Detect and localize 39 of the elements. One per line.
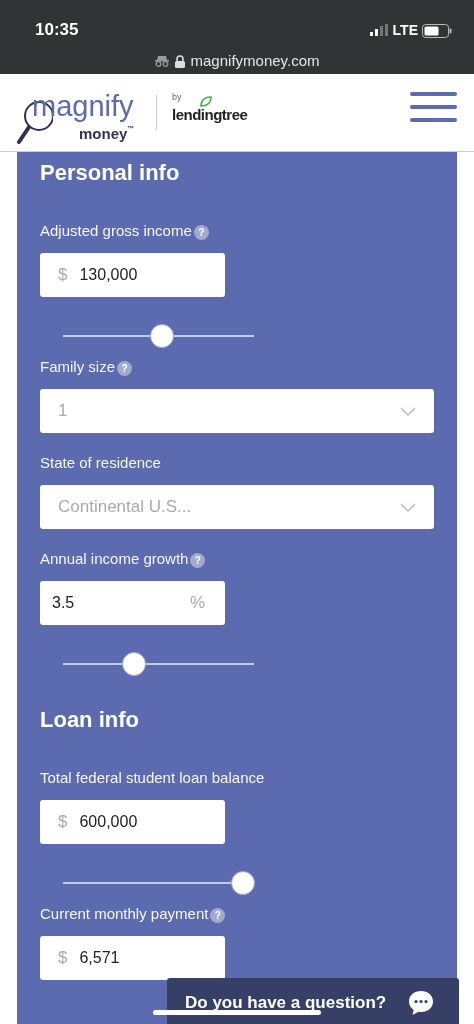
by-label: by bbox=[172, 91, 182, 104]
incognito-icon bbox=[154, 55, 169, 68]
chevron-down-icon bbox=[400, 406, 416, 416]
clock: 10:35 bbox=[35, 19, 79, 41]
lock-icon bbox=[174, 54, 185, 68]
field-label: Annual income growth bbox=[40, 548, 189, 569]
chat-bubble-icon bbox=[408, 990, 435, 1016]
section-heading: Loan info bbox=[40, 706, 140, 734]
currency-symbol: $ bbox=[58, 811, 68, 834]
leaf-icon bbox=[200, 96, 212, 107]
menu-icon[interactable] bbox=[410, 92, 457, 122]
slider-thumb[interactable] bbox=[230, 871, 255, 895]
percent-symbol: % bbox=[189, 592, 205, 615]
slider-thumb[interactable] bbox=[121, 652, 146, 676]
battery-icon bbox=[422, 23, 452, 38]
signal-icon bbox=[368, 24, 389, 37]
field-label: Adjusted gross income bbox=[40, 220, 192, 241]
number-field[interactable]: $ 130,000 bbox=[40, 253, 225, 297]
currency-symbol: $ bbox=[58, 264, 68, 287]
slider[interactable] bbox=[63, 871, 254, 895]
number-field[interactable]: $ 600,000 bbox=[40, 800, 225, 844]
logo-subtitle: money bbox=[79, 124, 128, 144]
field-label: Family size bbox=[40, 356, 115, 377]
field-label: State of residence bbox=[40, 452, 161, 473]
slider[interactable] bbox=[63, 324, 254, 348]
number-field[interactable]: $ 6,571 bbox=[40, 936, 225, 980]
number-field[interactable]: 3.5 % bbox=[40, 581, 225, 625]
url-text[interactable]: magnifymoney.com bbox=[190, 50, 320, 73]
partner-logo[interactable]: lendingtree bbox=[172, 104, 248, 127]
slider[interactable] bbox=[63, 652, 254, 676]
chevron-down-icon bbox=[400, 502, 416, 512]
chat-prompt[interactable]: Do you have a question? bbox=[185, 990, 387, 1016]
chat-widget[interactable]: Do you have a question? bbox=[167, 978, 459, 1024]
field-label: Total federal student loan balance bbox=[40, 767, 265, 788]
section-heading: Personal info bbox=[40, 159, 181, 187]
network-label: LTE bbox=[392, 21, 418, 40]
slider-thumb[interactable] bbox=[150, 324, 175, 348]
currency-symbol: $ bbox=[58, 947, 68, 970]
field-label: Current monthly payment bbox=[40, 903, 209, 924]
